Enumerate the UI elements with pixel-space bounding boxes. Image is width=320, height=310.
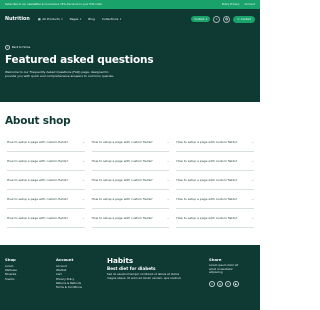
chevron-down-icon: ⌄ — [82, 197, 85, 201]
contact-button[interactable]: ✆ Contact — [233, 15, 255, 23]
nav-collections[interactable]: Collections ▾ — [102, 17, 121, 21]
chevron-down-icon: ▾ — [79, 17, 82, 21]
chevron-down-icon: ⌄ — [82, 178, 85, 182]
header-actions: Contact ▾ ⌕ ◍ ✆ Contact — [191, 15, 255, 23]
chevron-down-icon: ▾ — [61, 17, 63, 21]
chevron-down-icon: ⌄ — [166, 178, 170, 182]
hero-section: Nutrition ▦ All Products ▾ Pages ▾ Blog … — [0, 9, 260, 102]
faq-item[interactable]: How to setup a page with custom fields? ⌄ — [91, 133, 170, 152]
youtube-icon[interactable]: ▶ — [233, 280, 239, 287]
phone-icon: ✆ — [237, 17, 240, 21]
footer-tagline: Best diet for diabets — [107, 266, 156, 271]
instagram-icon[interactable]: ◎ — [217, 280, 223, 287]
chevron-down-icon: ⌄ — [166, 140, 170, 144]
chevron-down-icon: ⌄ — [251, 216, 254, 220]
grid-icon: ▦ — [37, 17, 41, 21]
chevron-down-icon: ⌄ — [82, 159, 85, 163]
back-to-home-button[interactable]: ‹ Back to Home — [5, 44, 30, 50]
topbar-links: Policy Privacy Account — [222, 3, 255, 6]
footer-brand-name: Habits — [107, 256, 134, 265]
bag-icon[interactable]: ◍ — [223, 15, 231, 23]
faq-item[interactable]: How to setup a page with custom fields? ⌄ — [7, 171, 85, 190]
faq-item[interactable]: How to setup a page with custom fields? ⌄ — [176, 209, 254, 228]
chevron-down-icon: ⌄ — [251, 197, 254, 201]
footer-account-column: Account Account Wishlist Cart Privacy Po… — [56, 257, 82, 289]
account-link[interactable]: Account — [245, 3, 255, 6]
footer-share-column: Share Lorem ipsum dolor sit amet consect… — [209, 257, 245, 287]
faq-item[interactable]: How to setup a page with custom fields? ⌄ — [7, 152, 85, 171]
page-description: Welcome to our Frequently Asked Question… — [5, 70, 114, 79]
footer-link[interactable]: Terms & Conditions — [56, 285, 82, 289]
twitter-icon[interactable]: t — [225, 280, 231, 287]
faq-item[interactable]: How to setup a page with custom fields? ⌄ — [176, 171, 254, 190]
chevron-down-icon: ⌄ — [251, 140, 254, 144]
contact-dropdown[interactable]: Contact ▾ — [191, 16, 211, 22]
nav-pages[interactable]: Pages ▾ — [70, 17, 82, 21]
faq-item[interactable]: How to setup a page with custom fields? ⌄ — [91, 171, 170, 190]
faq-item[interactable]: How to setup a page with custom fields? ⌄ — [91, 190, 170, 209]
chevron-down-icon: ⌄ — [82, 216, 85, 220]
main-navigation: Nutrition ▦ All Products ▾ Pages ▾ Blog … — [5, 12, 255, 26]
chevron-down-icon: ▾ — [119, 17, 122, 21]
chevron-down-icon: ⌄ — [166, 216, 170, 220]
chevron-down-icon: ⌄ — [166, 197, 170, 201]
faq-item[interactable]: How to setup a page with custom fields? ⌄ — [91, 152, 170, 171]
faq-item[interactable]: How to setup a page with custom fields? ⌄ — [7, 133, 85, 152]
privacy-policy-link[interactable]: Policy Privacy — [222, 3, 240, 6]
chevron-down-icon: ⌄ — [251, 159, 254, 163]
logo[interactable]: Nutrition — [5, 17, 30, 22]
search-icon[interactable]: ⌕ — [213, 15, 221, 23]
chevron-down-icon: ⌄ — [251, 178, 254, 182]
faq-item[interactable]: How to setup a page with custom fields? ⌄ — [7, 190, 85, 209]
footer-column-title: Account — [56, 257, 74, 262]
footer-description: Sed do eiusmod tempor incididunt ut labo… — [107, 272, 182, 280]
chevron-down-icon: ▾ — [205, 17, 208, 21]
faq-item[interactable]: How to setup a page with custom fields? ⌄ — [176, 152, 254, 171]
footer-share-text: Lorem ipsum dolor sit amet consectetur a… — [209, 263, 239, 275]
nav-blog[interactable]: Blog — [88, 17, 95, 21]
faq-item[interactable]: How to setup a page with custom fields? ⌄ — [176, 133, 254, 152]
footer-column-title: Shop — [5, 257, 16, 262]
footer-shop-column: Shop Lorem Wellness Minerals Snacks — [5, 257, 17, 281]
promo-text: Subscribe to our newsletter and receive … — [5, 3, 103, 6]
chevron-down-icon: ⌄ — [166, 159, 170, 163]
social-links: f ◎ t ▶ — [209, 280, 245, 287]
announcement-bar: Subscribe to our newsletter and receive … — [0, 0, 260, 9]
footer-brand: Habits Best diet for diabets Sed do eius… — [107, 256, 187, 280]
faq-item[interactable]: How to setup a page with custom fields? ⌄ — [7, 209, 85, 228]
nav-all-products[interactable]: ▦ All Products ▾ — [38, 17, 63, 21]
facebook-icon[interactable]: f — [209, 280, 215, 287]
footer-column-title: Share — [209, 257, 222, 262]
section-title: About shop — [5, 115, 71, 127]
chevron-down-icon: ⌄ — [82, 140, 85, 144]
footer-link[interactable]: Snacks — [5, 277, 17, 281]
page-title: Featured asked questions — [5, 54, 154, 66]
site-footer: Shop Lorem Wellness Minerals Snacks Acco… — [0, 245, 260, 310]
faq-item[interactable]: How to setup a page with custom fields? ⌄ — [176, 190, 254, 209]
faq-grid: How to setup a page with custom fields? ⌄… — [7, 133, 254, 228]
faq-item[interactable]: How to setup a page with custom fields? ⌄ — [91, 209, 170, 228]
arrow-left-icon: ‹ — [5, 44, 10, 50]
